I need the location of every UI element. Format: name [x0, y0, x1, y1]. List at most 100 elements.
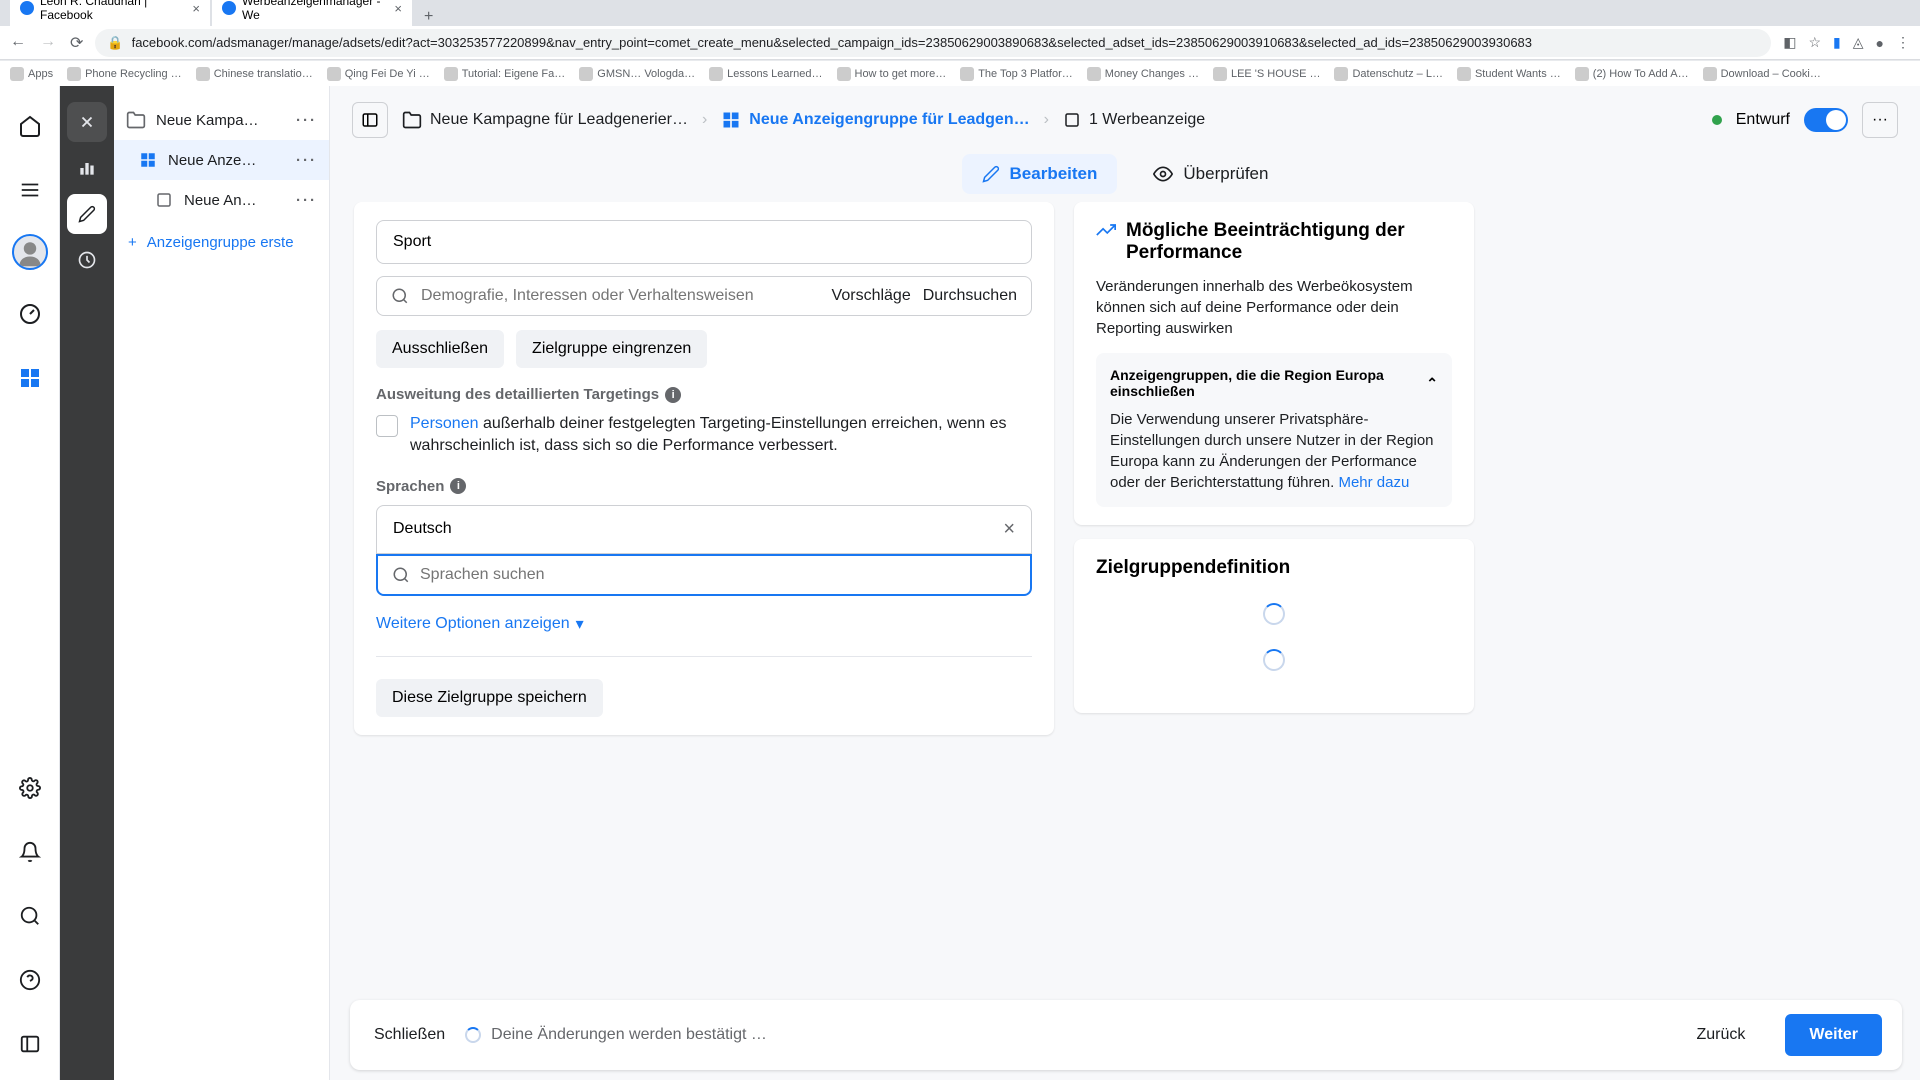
more-icon[interactable]: ···	[296, 192, 317, 209]
crumb-ad[interactable]: 1 Werbeanzeige	[1063, 111, 1205, 129]
more-icon[interactable]: ···	[296, 112, 317, 129]
bookmarks-bar: Apps Phone Recycling … Chinese translati…	[0, 60, 1920, 86]
more-icon[interactable]: ···	[296, 152, 317, 169]
status-dot-icon	[1712, 115, 1722, 125]
tree-campaign[interactable]: Neue Kampa… ···	[114, 100, 329, 140]
gear-icon[interactable]	[10, 768, 50, 808]
panel-toggle-icon[interactable]	[352, 102, 388, 138]
crumb-adset[interactable]: Neue Anzeigengruppe für Leadgen…	[721, 110, 1029, 130]
chevron-right-icon: ›	[1044, 111, 1049, 129]
fb-ext-icon[interactable]: ▮	[1833, 34, 1841, 51]
chevron-right-icon: ›	[702, 111, 707, 129]
bookmark-item[interactable]: LEE 'S HOUSE …	[1213, 67, 1321, 81]
back-button[interactable]: Zurück	[1672, 1014, 1769, 1056]
browse-button[interactable]: Durchsuchen	[923, 287, 1017, 305]
adset-icon	[138, 150, 158, 170]
bookmark-item[interactable]: Tutorial: Eigene Fa…	[444, 67, 566, 81]
europe-panel-header[interactable]: Anzeigengruppen, die die Region Europa e…	[1110, 367, 1438, 399]
avatar[interactable]	[12, 234, 48, 270]
collapse-icon[interactable]	[10, 1024, 50, 1064]
bookmark-item[interactable]: Money Changes …	[1087, 67, 1199, 81]
info-icon[interactable]: i	[665, 387, 681, 403]
avatar-icon[interactable]: ●	[1876, 35, 1884, 51]
extension-icon[interactable]: ◧	[1783, 34, 1796, 51]
browser-tab-0[interactable]: Leon R. Chaudhari | Facebook×	[10, 0, 210, 26]
breadcrumb: Neue Kampagne für Leadgenerier… › Neue A…	[330, 86, 1920, 154]
close-icon[interactable]	[67, 102, 107, 142]
bookmark-item[interactable]: The Top 3 Platfor…	[960, 67, 1073, 81]
home-icon[interactable]	[10, 106, 50, 146]
languages-label: Sprachen i	[376, 478, 1032, 495]
ad-icon	[154, 190, 174, 210]
bookmark-item[interactable]: Student Wants …	[1457, 67, 1561, 81]
content-tabs: Bearbeiten Überprüfen	[330, 154, 1920, 202]
loading-spinner-icon	[465, 1027, 481, 1043]
back-icon[interactable]: ←	[10, 33, 26, 53]
bookmark-item[interactable]: Lessons Learned…	[709, 67, 822, 81]
ads-manager-icon[interactable]	[10, 358, 50, 398]
browser-chrome: Leon R. Chaudhari | Facebook× Werbeanzei…	[0, 0, 1920, 60]
audience-def-title: Zielgruppendefinition	[1096, 557, 1452, 579]
bookmark-item[interactable]: Qing Fei De Yi …	[327, 67, 430, 81]
bookmark-item[interactable]: Apps	[10, 67, 53, 81]
language-search[interactable]	[376, 554, 1032, 596]
expansion-checkbox[interactable]	[376, 415, 398, 437]
interest-search-input[interactable]	[421, 287, 820, 305]
ad-icon	[1063, 111, 1081, 129]
close-button[interactable]: Schließen	[370, 1016, 449, 1054]
adset-icon	[721, 110, 741, 130]
suggestions-button[interactable]: Vorschläge	[832, 287, 911, 305]
tab-review[interactable]: Überprüfen	[1133, 154, 1288, 194]
remove-lang-icon[interactable]: ×	[1003, 518, 1015, 541]
next-button[interactable]: Weiter	[1785, 1014, 1882, 1056]
tree-adset[interactable]: Neue Anze… ···	[114, 140, 329, 180]
tab-edit[interactable]: Bearbeiten	[962, 154, 1118, 194]
narrow-button[interactable]: Zielgruppe eingrenzen	[516, 330, 707, 368]
tab-strip: Leon R. Chaudhari | Facebook× Werbeanzei…	[0, 0, 1920, 26]
interest-tag[interactable]: Sport	[376, 220, 1032, 264]
bookmark-item[interactable]: Download – Cooki…	[1703, 67, 1821, 81]
tree-ad[interactable]: Neue An… ···	[114, 180, 329, 220]
bookmark-item[interactable]: How to get more…	[837, 67, 947, 81]
crumb-campaign[interactable]: Neue Kampagne für Leadgenerier…	[402, 110, 688, 130]
perf-warning-text: Veränderungen innerhalb des Werbeökosyst…	[1096, 276, 1452, 339]
footer-bar: Schließen Deine Änderungen werden bestät…	[350, 1000, 1902, 1070]
edit-icon[interactable]	[67, 194, 107, 234]
expansion-text: Personen außerhalb deiner festgelegten T…	[410, 413, 1032, 458]
active-toggle[interactable]	[1804, 108, 1848, 132]
exclude-button[interactable]: Ausschließen	[376, 330, 504, 368]
new-tab-button[interactable]: +	[414, 8, 443, 26]
more-options-button[interactable]: Weitere Optionen anzeigen ▾	[376, 614, 1032, 634]
bookmark-item[interactable]: Chinese translatio…	[196, 67, 313, 81]
url-bar[interactable]: 🔒 facebook.com/adsmanager/manage/adsets/…	[95, 29, 1771, 57]
bookmark-item[interactable]: Phone Recycling …	[67, 67, 182, 81]
info-icon[interactable]: i	[450, 478, 466, 494]
browser-tab-1[interactable]: Werbeanzeigenmanager - We×	[212, 0, 412, 26]
learn-more-link[interactable]: Mehr dazu	[1338, 474, 1409, 491]
search-icon[interactable]	[10, 896, 50, 936]
help-icon[interactable]	[10, 960, 50, 1000]
clock-icon[interactable]	[67, 240, 107, 280]
bookmark-item[interactable]: (2) How To Add A…	[1575, 67, 1689, 81]
hamburger-icon[interactable]	[10, 170, 50, 210]
bookmark-item[interactable]: GMSN… Vologda…	[579, 67, 695, 81]
save-audience-button[interactable]: Diese Zielgruppe speichern	[376, 679, 603, 717]
star-icon[interactable]: ☆	[1808, 34, 1821, 51]
status-label: Entwurf	[1736, 111, 1790, 129]
reload-icon[interactable]: ⟳	[70, 33, 83, 53]
bookmark-item[interactable]: Datenschutz – L…	[1334, 67, 1443, 81]
create-adset-button[interactable]: + Anzeigengruppe erste	[114, 220, 329, 265]
close-icon[interactable]: ×	[394, 1, 402, 16]
gauge-icon[interactable]	[10, 294, 50, 334]
chart-icon[interactable]	[67, 148, 107, 188]
more-icon[interactable]: ···	[1862, 102, 1898, 138]
folder-icon	[126, 110, 146, 130]
forward-icon[interactable]: →	[40, 33, 56, 53]
airbnb-icon[interactable]: ◬	[1853, 34, 1864, 51]
interest-search[interactable]: Vorschläge Durchsuchen	[376, 276, 1032, 316]
bell-icon[interactable]	[10, 832, 50, 872]
menu-icon[interactable]: ⋮	[1896, 34, 1910, 51]
close-icon[interactable]: ×	[192, 1, 200, 16]
plus-icon: +	[128, 234, 137, 251]
language-search-input[interactable]	[420, 566, 1016, 584]
